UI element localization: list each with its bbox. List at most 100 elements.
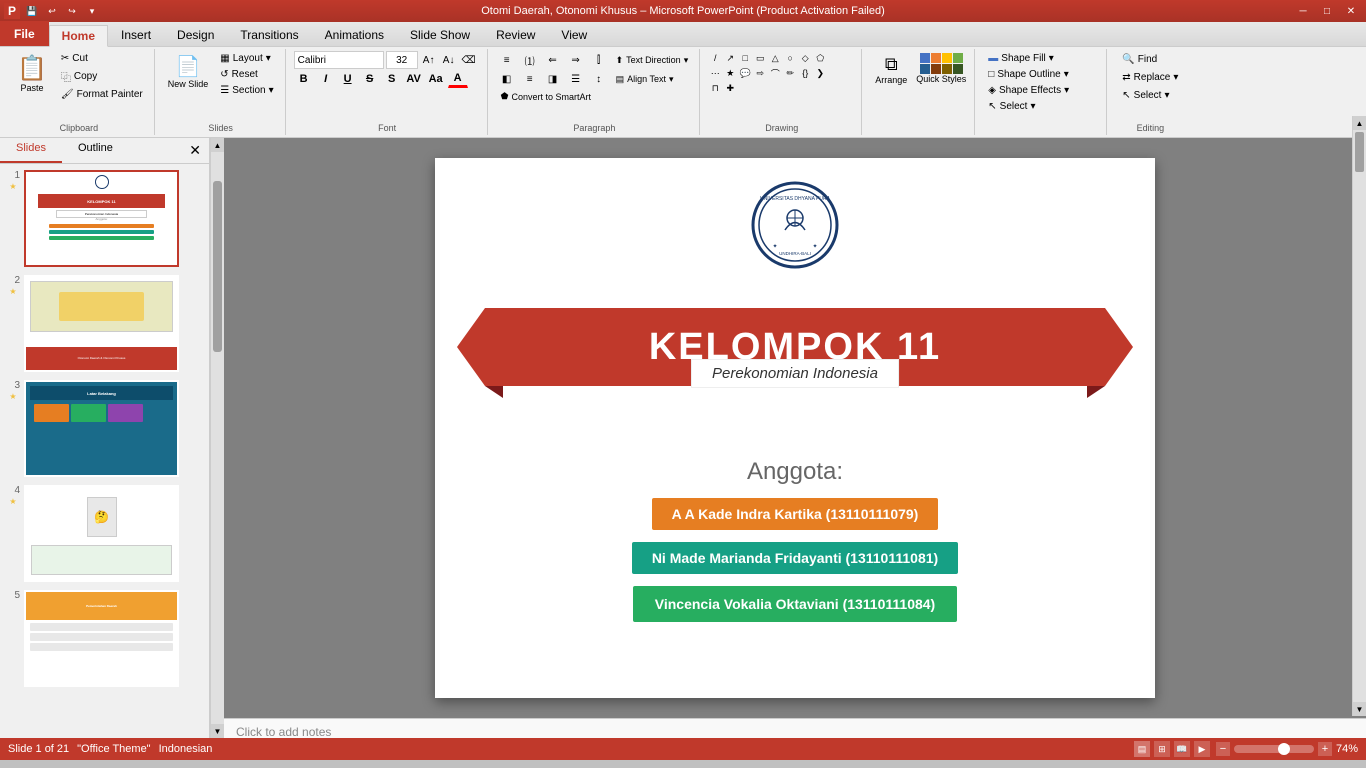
reset-button[interactable]: ↺ Reset bbox=[215, 67, 278, 82]
find-button[interactable]: 🔍 Find bbox=[1115, 51, 1185, 68]
tab-animations[interactable]: Animations bbox=[312, 24, 397, 46]
slides-scrollbar[interactable]: ▲ ▼ bbox=[210, 138, 224, 738]
align-text-btn[interactable]: ▤ Align Text ▾ bbox=[611, 70, 679, 88]
text-direction-btn[interactable]: ⬆ Text Direction ▾ bbox=[611, 51, 694, 69]
shape-effects-btn[interactable]: ◈ Shape Effects ▾ bbox=[983, 83, 1100, 98]
zoom-out-btn[interactable]: − bbox=[1216, 742, 1230, 756]
numbering-btn[interactable]: ⑴ bbox=[519, 51, 541, 69]
inc-indent-btn[interactable]: ⇒ bbox=[565, 51, 587, 69]
shape-outline-btn[interactable]: □ Shape Outline ▾ bbox=[983, 67, 1100, 82]
layout-button[interactable]: ▦ Layout ▾ bbox=[215, 51, 278, 66]
shape-select-btn[interactable]: ↖ Select ▾ bbox=[983, 99, 1100, 114]
convert-smartart-btn[interactable]: ⬟ Convert to SmartArt bbox=[496, 89, 596, 104]
slide-thumb-1[interactable]: 1 ★ KELOMPOK 11 Perekonomian Indonesia A… bbox=[4, 168, 205, 269]
copy-button[interactable]: ⿻ Copy bbox=[56, 67, 148, 86]
slide-img-4[interactable]: 🤔 bbox=[24, 485, 179, 582]
zoom-in-btn[interactable]: + bbox=[1318, 742, 1332, 756]
dec-indent-btn[interactable]: ⇐ bbox=[542, 51, 564, 69]
shape-chevron[interactable]: ❯ bbox=[813, 66, 827, 80]
tab-insert[interactable]: Insert bbox=[108, 24, 164, 46]
slide-img-2[interactable]: Otonomi Daerah & Otonomi Khusus bbox=[24, 275, 179, 372]
shape-fill-btn[interactable]: ▬ Shape Fill ▾ bbox=[983, 51, 1100, 66]
shape-triangle[interactable]: △ bbox=[768, 51, 782, 65]
justify-btn[interactable]: ☰ bbox=[565, 70, 587, 88]
slide-img-5[interactable]: Pemerintahan Daerah bbox=[24, 590, 179, 687]
notes-area[interactable]: Click to add notes bbox=[224, 718, 1366, 738]
shape-cross[interactable]: ✚ bbox=[723, 81, 737, 95]
restore-btn[interactable]: □ bbox=[1316, 3, 1338, 19]
reading-view-btn[interactable]: 📖 bbox=[1174, 741, 1190, 757]
tab-file[interactable]: File bbox=[0, 21, 49, 46]
shape-more[interactable]: ⋯ bbox=[708, 66, 722, 80]
slides-tab[interactable]: Slides bbox=[0, 138, 62, 163]
redo-btn[interactable]: ↪ bbox=[64, 3, 80, 19]
slide-thumb-2[interactable]: 2 ★ Otonomi Daerah & Otonomi Khusus bbox=[4, 273, 205, 374]
shape-line[interactable]: / bbox=[708, 51, 722, 65]
shape-callout[interactable]: 💬 bbox=[738, 66, 752, 80]
arrange-button[interactable]: ⧉ Arrange bbox=[870, 51, 912, 88]
shape-round-rect[interactable]: ▭ bbox=[753, 51, 767, 65]
format-painter-button[interactable]: 🖌 Format Painter bbox=[56, 87, 148, 102]
shape-circle[interactable]: ○ bbox=[783, 51, 797, 65]
scroll-thumb[interactable] bbox=[213, 181, 222, 353]
tab-view[interactable]: View bbox=[548, 24, 600, 46]
paste-button[interactable]: 📋 Paste bbox=[10, 51, 54, 96]
shape-rect[interactable]: □ bbox=[738, 51, 752, 65]
panel-close-btn[interactable]: ✕ bbox=[181, 138, 209, 163]
customize-btn[interactable]: ▾ bbox=[84, 3, 100, 19]
columns-btn[interactable]: ⫿ bbox=[588, 51, 610, 69]
scroll-down-btn[interactable]: ▼ bbox=[211, 724, 224, 738]
cut-button[interactable]: ✂ Cut bbox=[56, 51, 148, 66]
section-button[interactable]: ☰ Section ▾ bbox=[215, 83, 278, 98]
tab-slideshow[interactable]: Slide Show bbox=[397, 24, 483, 46]
bold-button[interactable]: B bbox=[294, 70, 314, 88]
shape-brace[interactable]: {} bbox=[798, 66, 812, 80]
main-scroll-track[interactable] bbox=[1353, 138, 1366, 702]
main-scrollbar-v[interactable]: ▲ ▼ bbox=[1352, 138, 1366, 716]
slide-img-1[interactable]: KELOMPOK 11 Perekonomian Indonesia Anggo… bbox=[24, 170, 179, 267]
font-size-dec-btn[interactable]: A↓ bbox=[440, 51, 458, 69]
scroll-track[interactable] bbox=[211, 152, 224, 724]
tab-review[interactable]: Review bbox=[483, 24, 548, 46]
underline-button[interactable]: U bbox=[338, 70, 358, 88]
font-size-inc-btn[interactable]: A↑ bbox=[420, 51, 438, 69]
slide-sorter-btn[interactable]: ⊞ bbox=[1154, 741, 1170, 757]
scroll-up-btn[interactable]: ▲ bbox=[211, 138, 224, 152]
select-button[interactable]: ↖ Select ▾ bbox=[1115, 87, 1185, 104]
align-right-btn[interactable]: ◨ bbox=[542, 70, 564, 88]
font-size-input[interactable] bbox=[386, 51, 418, 69]
zoom-slider[interactable] bbox=[1234, 745, 1314, 753]
shape-diamond[interactable]: ◇ bbox=[798, 51, 812, 65]
close-btn[interactable]: ✕ bbox=[1340, 3, 1362, 19]
normal-view-btn[interactable]: ▤ bbox=[1134, 741, 1150, 757]
slide-thumb-4[interactable]: 4 ★ 🤔 bbox=[4, 483, 205, 584]
shadow-button[interactable]: S bbox=[382, 70, 402, 88]
case-btn[interactable]: Aa bbox=[426, 70, 446, 88]
shape-tab[interactable]: ⊓ bbox=[708, 81, 722, 95]
shape-star[interactable]: ★ bbox=[723, 66, 737, 80]
save-btn[interactable]: 💾 bbox=[24, 3, 40, 19]
shape-block-arrow[interactable]: ⇨ bbox=[753, 66, 767, 80]
slide-thumb-3[interactable]: 3 ★ Latar Belakang bbox=[4, 378, 205, 479]
tab-transitions[interactable]: Transitions bbox=[227, 24, 311, 46]
new-slide-button[interactable]: 📄 New Slide bbox=[163, 51, 214, 92]
clear-format-btn[interactable]: ⌫ bbox=[460, 51, 478, 69]
main-scroll-thumb[interactable] bbox=[1355, 138, 1364, 172]
align-center-btn[interactable]: ≡ bbox=[519, 70, 541, 88]
shape-curved[interactable]: ⌒ bbox=[768, 66, 782, 80]
slide-img-3[interactable]: Latar Belakang bbox=[24, 380, 179, 477]
bullets-btn[interactable]: ≡ bbox=[496, 51, 518, 69]
tab-design[interactable]: Design bbox=[164, 24, 227, 46]
italic-button[interactable]: I bbox=[316, 70, 336, 88]
minimize-btn[interactable]: ─ bbox=[1292, 3, 1314, 19]
shape-freeform[interactable]: ✏ bbox=[783, 66, 797, 80]
strikethrough-button[interactable]: S bbox=[360, 70, 380, 88]
main-scroll-down[interactable]: ▼ bbox=[1353, 702, 1366, 716]
replace-button[interactable]: ⇄ Replace ▾ bbox=[1115, 69, 1185, 86]
shape-pentagon[interactable]: ⬠ bbox=[813, 51, 827, 65]
font-color-btn[interactable]: A bbox=[448, 70, 468, 88]
line-spacing-btn[interactable]: ↕ bbox=[588, 70, 610, 88]
slideshow-btn[interactable]: ▶ bbox=[1194, 741, 1210, 757]
char-spacing-btn[interactable]: AV bbox=[404, 70, 424, 88]
align-left-btn[interactable]: ◧ bbox=[496, 70, 518, 88]
